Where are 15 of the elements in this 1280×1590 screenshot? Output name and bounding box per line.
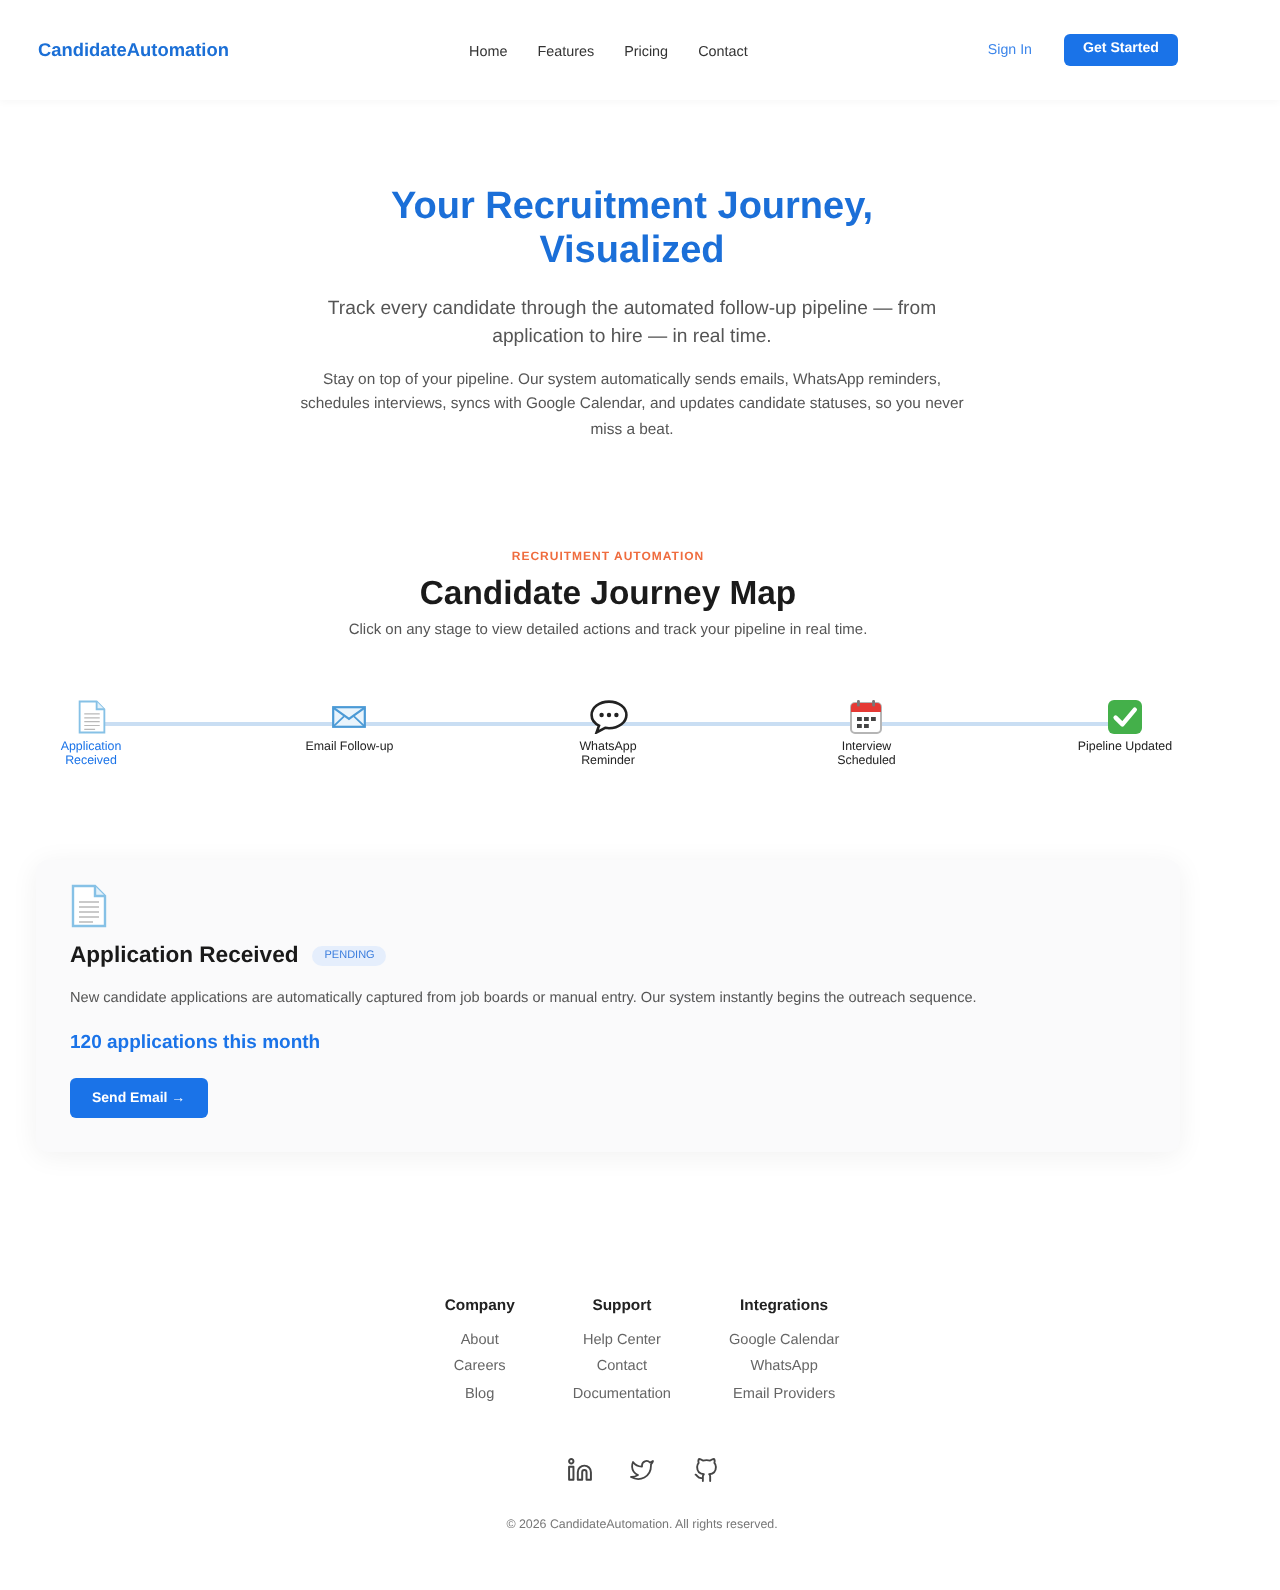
hero-subtitle: Track every candidate through the automated follow-up pipeline — from application to hire — in real time.: [325, 295, 939, 352]
hero-title: Your Recruitment Journey, Visualized: [388, 186, 876, 274]
detail-title: Application Received: [70, 942, 299, 971]
document-icon: [70, 883, 108, 928]
checkmark-icon: [1108, 699, 1142, 734]
brand-logo[interactable]: CandidateAutomation: [38, 40, 229, 60]
section-title: Candidate Journey Map: [417, 574, 799, 613]
envelope-icon: [332, 705, 367, 728]
github-icon[interactable]: [693, 1458, 717, 1483]
calendar-icon: [850, 699, 883, 734]
speech-bubble-icon: [589, 699, 627, 734]
twitter-icon[interactable]: [630, 1458, 654, 1483]
document-icon: [77, 699, 105, 734]
detail-stat: 120 applications this month: [70, 1032, 323, 1057]
linkedin-icon[interactable]: [567, 1458, 591, 1483]
